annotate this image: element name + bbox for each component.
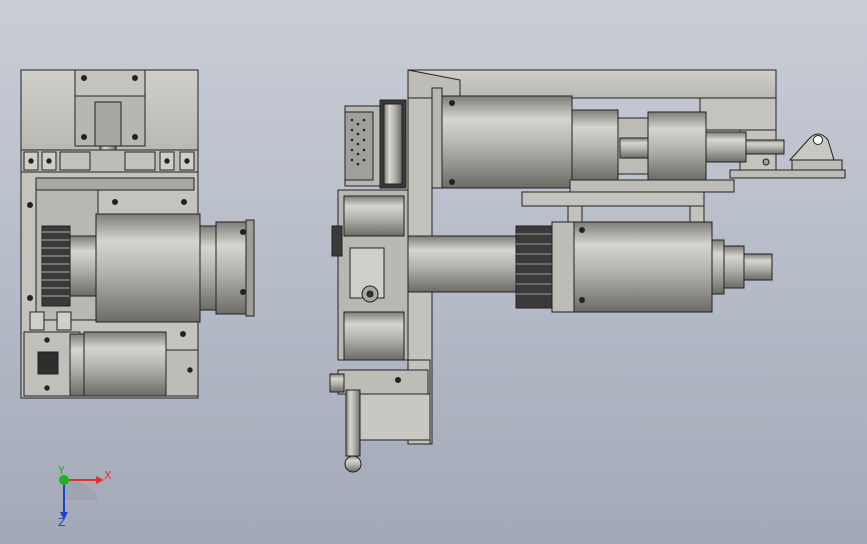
y-axis-label: Y	[57, 464, 65, 477]
view-triad: X Y Z	[57, 464, 112, 529]
x-axis-label: X	[104, 469, 112, 482]
cad-viewport[interactable]: X Y Z	[0, 0, 867, 544]
left-view-assembly	[20, 69, 255, 399]
assembly-drawing: X Y Z	[20, 69, 846, 529]
z-axis-label: Z	[58, 516, 66, 529]
right-view-assembly	[329, 69, 846, 473]
triad-sweep	[64, 480, 98, 500]
